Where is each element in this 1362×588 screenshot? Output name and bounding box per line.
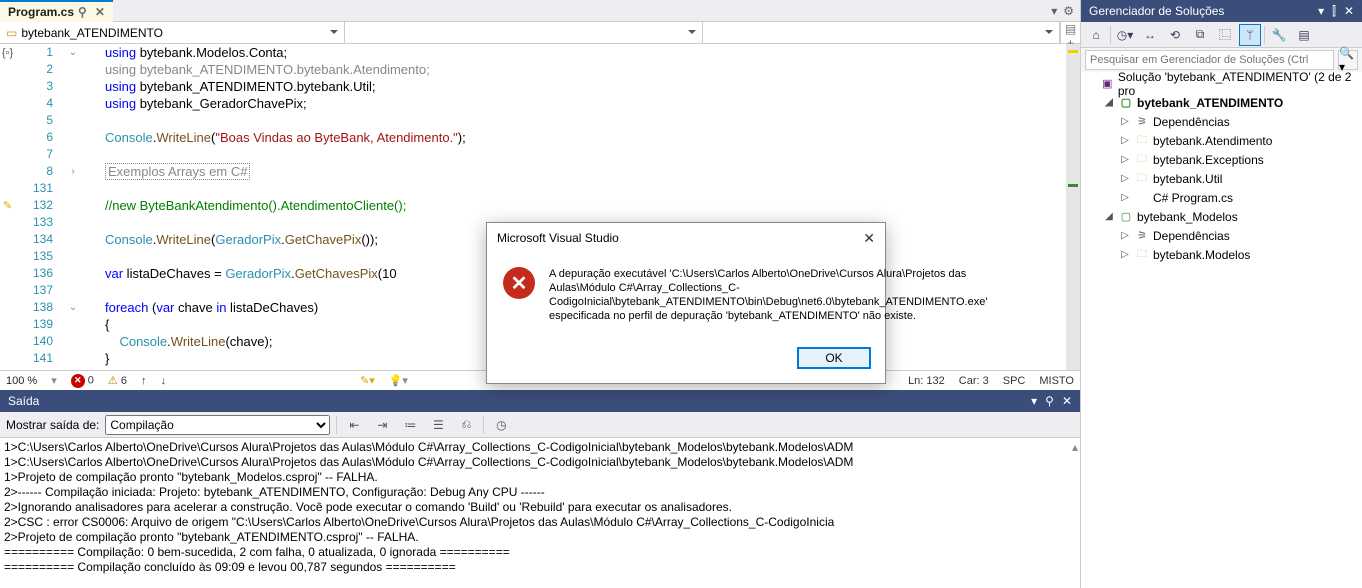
solution-toolbar: ⌂ ◷▾ ↔ ⟲ ⧉ ⿺ ᛘ 🔧 ▤ [1081, 22, 1362, 48]
dialog-title: Microsoft Visual Studio [497, 231, 619, 245]
tab-program-cs[interactable]: Program.cs ⚲ ✕ [0, 0, 113, 22]
search-icon[interactable]: 🔍▾ [1338, 50, 1358, 70]
tree-node[interactable]: ▷🗀bytebank.Exceptions [1081, 150, 1362, 169]
copy-icon[interactable]: ⧉ [1189, 24, 1211, 46]
home-icon[interactable]: ⌂ [1085, 24, 1107, 46]
solution-explorer-header: Gerenciador de Soluções ▾ ⫿ ✕ [1081, 0, 1362, 22]
clear-icon[interactable]: ⎌ [455, 414, 477, 436]
goto-icon[interactable]: ≔ [399, 414, 421, 436]
panel-close-icon[interactable]: ✕ [1344, 4, 1354, 19]
gear-icon[interactable]: ⚙ [1063, 4, 1074, 18]
tab-title: Program.cs [8, 5, 74, 19]
space-indicator: SPC [1003, 375, 1026, 387]
scrollbar-overview[interactable] [1066, 44, 1080, 370]
ok-button[interactable]: OK [797, 347, 871, 369]
error-dialog: Microsoft Visual Studio ✕ ✕ A depuração … [486, 222, 886, 384]
sync-icon[interactable]: ⟲ [1164, 24, 1186, 46]
tree-node[interactable]: ◢▢bytebank_Modelos [1081, 207, 1362, 226]
output-panel-header: Saída ▾ ⚲ ✕ [0, 390, 1080, 412]
output-source-label: Mostrar saída de: [6, 418, 99, 432]
pin-icon[interactable]: ⚲ [78, 5, 87, 19]
output-text[interactable]: ▴ 1>C:\Users\Carlos Alberto\OneDrive\Cur… [0, 438, 1080, 587]
close-icon[interactable]: ✕ [95, 5, 105, 19]
tab-dropdown-icon[interactable]: ▾ [1051, 4, 1057, 18]
tree-node[interactable]: ▷🗀bytebank.Atendimento [1081, 131, 1362, 150]
document-tabs: Program.cs ⚲ ✕ ▾ ⚙ [0, 0, 1080, 22]
lineending-indicator: MISTO [1039, 375, 1074, 387]
clock-icon[interactable]: ◷ [490, 414, 512, 436]
dialog-close-icon[interactable]: ✕ [863, 230, 875, 247]
nav-down-icon[interactable]: ↓ [160, 375, 166, 387]
back-icon[interactable]: ↔ [1139, 24, 1161, 46]
properties-icon[interactable]: ▤ [1293, 24, 1315, 46]
output-source-select[interactable]: Compilação [105, 415, 330, 435]
solution-tree[interactable]: ▣Solução 'bytebank_ATENDIMENTO' (2 de 2 … [1081, 72, 1362, 588]
solution-search: 🔍▾ [1081, 48, 1362, 72]
zoom-level[interactable]: 100 % [6, 375, 37, 387]
lightbulb-icon[interactable]: 💡▾ [389, 374, 408, 387]
context-namespace[interactable]: ▭ bytebank_ATENDIMENTO [0, 22, 345, 43]
tree-node[interactable]: ▷C# Program.cs [1081, 188, 1362, 207]
panel-pin-icon[interactable]: ⚲ [1045, 394, 1054, 408]
line-indicator: Ln: 132 [908, 375, 945, 387]
panel-dropdown-icon[interactable]: ▾ [1031, 394, 1037, 408]
context-bar: ▭ bytebank_ATENDIMENTO ▤ + [0, 22, 1080, 44]
tree-node[interactable]: ▷⚞Dependências [1081, 226, 1362, 245]
refresh-icon[interactable]: ◷▾ [1114, 24, 1136, 46]
tree-node[interactable]: ▷⚞Dependências [1081, 112, 1362, 131]
showall-icon[interactable]: ⿺ [1214, 24, 1236, 46]
solution-search-input[interactable] [1085, 50, 1334, 70]
error-count[interactable]: ✕ 0 [71, 374, 94, 388]
scroll-up-icon[interactable]: ▴ [1072, 440, 1078, 455]
wrench-icon[interactable]: 🔧 [1268, 24, 1290, 46]
context-member[interactable] [703, 22, 1061, 43]
tree-icon[interactable]: ᛘ [1239, 24, 1261, 46]
indent-right-icon[interactable]: ⇥ [371, 414, 393, 436]
panel-close-icon[interactable]: ✕ [1062, 394, 1072, 408]
char-indicator: Car: 3 [959, 375, 989, 387]
nav-up-icon[interactable]: ↑ [141, 375, 147, 387]
panel-pin-icon[interactable]: ⫿ [1332, 4, 1336, 19]
output-title: Saída [8, 394, 39, 408]
tree-node[interactable]: ▷🗀bytebank.Modelos [1081, 245, 1362, 264]
tree-node[interactable]: ▷🗀bytebank.Util [1081, 169, 1362, 188]
context-type[interactable] [345, 22, 703, 43]
panel-dropdown-icon[interactable]: ▾ [1318, 4, 1324, 19]
brush-icon[interactable]: ✎▾ [360, 374, 375, 387]
list-icon[interactable]: ☰ [427, 414, 449, 436]
dialog-text: A depuração executável 'C:\Users\Carlos … [549, 267, 987, 323]
indent-left-icon[interactable]: ⇤ [343, 414, 365, 436]
output-toolbar: Mostrar saída de: Compilação ⇤ ⇥ ≔ ☰ ⎌ ◷ [0, 412, 1080, 438]
warning-count[interactable]: ⚠ 6 [108, 374, 127, 387]
split-icon[interactable]: ▤ [1061, 22, 1080, 36]
error-icon: ✕ [503, 267, 535, 299]
